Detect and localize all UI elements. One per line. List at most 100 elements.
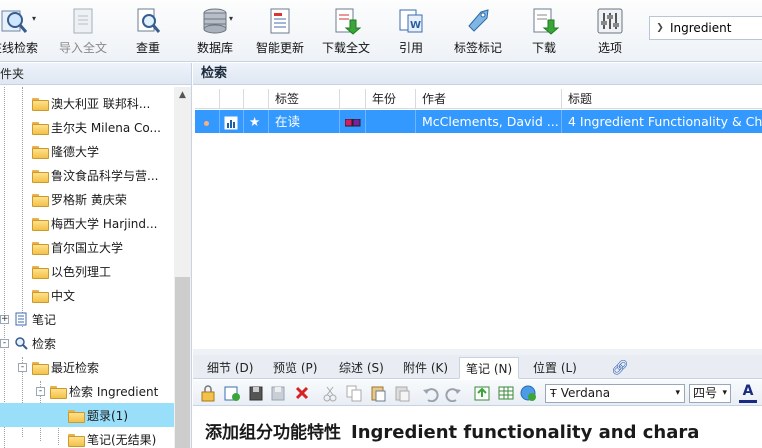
tree-item[interactable]: 鲁汶食品科学与营... [0, 163, 174, 187]
database-dropdown-icon[interactable]: ▾ [229, 14, 233, 23]
options-button[interactable]: 选项 [594, 6, 626, 60]
tree-item-records[interactable]: 题录(1) [0, 403, 174, 427]
folder-icon [32, 169, 49, 183]
font-color-icon[interactable]: A [739, 383, 757, 403]
insert-link-icon[interactable] [519, 384, 537, 402]
redo-icon [445, 388, 461, 402]
collapse-icon[interactable]: - [18, 362, 27, 372]
save-dark-icon[interactable] [247, 384, 265, 402]
folder-icon [32, 217, 49, 231]
folder-icon [32, 289, 49, 303]
tree-item[interactable]: 罗格斯 黄庆荣 [0, 187, 174, 211]
column-header-tag[interactable]: 标签 [269, 89, 340, 109]
folder-tree-scrollbar[interactable]: ▲ [174, 87, 191, 448]
lock-icon[interactable] [199, 384, 217, 402]
paste-icon[interactable] [369, 384, 387, 402]
chevron-down-icon: ▾ [722, 388, 727, 398]
tag-marker-icon [463, 6, 493, 36]
cut-icon [323, 386, 337, 402]
tree-item[interactable]: 中文 [0, 283, 174, 307]
paste-special-icon [395, 386, 410, 402]
results-panel-title: 检索 [193, 63, 762, 85]
undo-icon [423, 388, 439, 402]
row-tag: 在读 [269, 110, 340, 133]
folder-icon [32, 121, 49, 135]
copy-icon [346, 385, 362, 402]
tree-item[interactable]: 澳大利亚 联邦科... [0, 91, 174, 115]
folder-icon [50, 385, 67, 399]
tab-notes[interactable]: 笔记 (N) [459, 357, 520, 379]
tab-preview[interactable]: 预览 (P) [267, 357, 323, 379]
star-icon[interactable]: ★ [244, 110, 269, 133]
note-heading-cn: 添加组分功能特性 [205, 423, 341, 443]
record-type-icon [220, 110, 244, 133]
font-type-icon: Ŧ [550, 387, 557, 400]
results-table-header: 标签 年份 作者 标题 [195, 89, 762, 109]
online-search-button[interactable]: 在线检索 [0, 6, 44, 60]
tree-item[interactable]: 梅西大学 Harjind... [0, 211, 174, 235]
column-header-year[interactable]: 年份 [366, 89, 416, 109]
tab-attachments[interactable]: 附件 (K) [397, 357, 454, 379]
find-duplicates-button[interactable]: 查重 [128, 6, 168, 60]
insert-table-icon[interactable] [497, 384, 515, 402]
read-status-dot [195, 110, 220, 133]
insert-image-icon[interactable] [473, 384, 491, 402]
download-fulltext-button[interactable]: 下载全文 [320, 6, 372, 60]
column-header-star[interactable] [244, 89, 269, 109]
cite-icon: W [396, 6, 426, 36]
scroll-up-icon[interactable]: ▲ [174, 87, 191, 104]
note-editor[interactable]: 添加组分功能特性 Ingredient functionality and cha… [193, 407, 762, 448]
column-header-title[interactable]: 标题 [562, 89, 762, 109]
download-button[interactable]: 下载 [529, 6, 559, 60]
tree-item-search[interactable]: - 检索 [0, 331, 174, 355]
tree-item[interactable]: 隆德大学 [0, 139, 174, 163]
folder-icon [68, 433, 85, 447]
cite-button[interactable]: W 引用 [395, 6, 427, 60]
svg-text:W: W [410, 20, 421, 31]
database-icon [200, 6, 230, 36]
results-panel: 检索 标签 年份 作者 标题 ★ 在读 McClements, David ..… [193, 63, 762, 448]
expand-icon[interactable]: + [0, 314, 9, 324]
tree-item-notes[interactable]: + 笔记 [0, 307, 174, 331]
tree-item[interactable]: 首尔国立大学 [0, 235, 174, 259]
scrollbar-thumb[interactable] [175, 277, 190, 448]
options-icon [595, 6, 625, 36]
note-heading-en: Ingredient functionality and chara [351, 422, 700, 443]
tag-marker-button[interactable]: 标签标记 [450, 6, 506, 60]
folder-icon [32, 241, 49, 255]
font-family-select[interactable]: Ŧ Verdana ▾ [545, 384, 685, 403]
tree-item[interactable]: 圭尔夫 Milena Co... [0, 115, 174, 139]
online-search-dropdown-icon[interactable]: ▾ [32, 14, 36, 23]
folder-icon [68, 409, 85, 423]
row-title: 4 Ingredient Functionality & Charac [568, 114, 762, 129]
tab-details[interactable]: 细节 (D) [201, 357, 259, 379]
folder-icon [32, 361, 49, 375]
tree-item-recent-search[interactable]: - 最近检索 [0, 355, 174, 379]
smart-update-button[interactable]: 智能更新 [253, 6, 307, 60]
tab-summary[interactable]: 综述 (S) [333, 357, 390, 379]
online-search-icon [0, 6, 29, 36]
collapse-icon[interactable]: - [0, 338, 9, 348]
quick-search-input[interactable] [670, 21, 760, 35]
folder-icon [32, 265, 49, 279]
quick-search-box[interactable]: ❯ [649, 16, 762, 40]
tree-item[interactable]: 以色列理工 [0, 259, 174, 283]
chevron-down-icon[interactable]: ❯ [650, 23, 670, 33]
tree-item-search-ingredient[interactable]: - 检索 Ingredient [0, 379, 174, 403]
tab-location[interactable]: 位置 (L) [527, 357, 583, 379]
column-header-author[interactable]: 作者 [416, 89, 562, 109]
column-header-color[interactable] [340, 89, 366, 109]
collapse-icon[interactable]: - [36, 386, 45, 396]
font-size-select[interactable]: 四号 ▾ [689, 384, 731, 403]
paperclip-icon[interactable]: 🔗︎ [605, 357, 635, 379]
color-label-icon [340, 110, 366, 133]
tree-item-notes-result[interactable]: 笔记(无结果) [0, 427, 174, 448]
table-row[interactable]: ★ 在读 McClements, David ... 4 Ingredient … [195, 110, 762, 133]
column-header-type[interactable] [220, 89, 244, 109]
delete-icon[interactable] [293, 384, 311, 402]
download-icon [529, 6, 559, 36]
smart-update-icon [265, 6, 295, 36]
insert-record-icon[interactable] [223, 384, 241, 402]
detail-tabs: 细节 (D) 预览 (P) 综述 (S) 附件 (K) 笔记 (N) 位置 (L… [193, 355, 762, 379]
column-header-status[interactable] [195, 89, 220, 109]
